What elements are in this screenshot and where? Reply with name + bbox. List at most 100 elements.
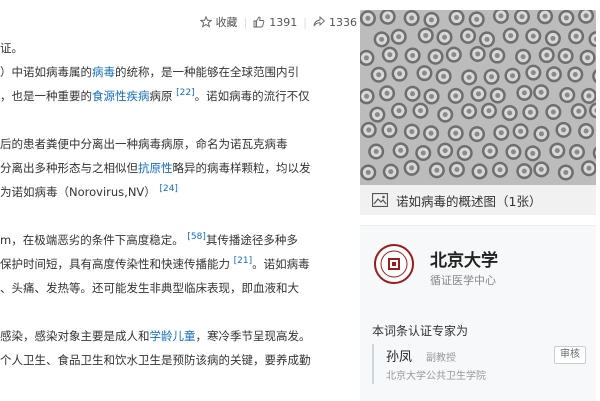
virus-particle (412, 102, 429, 119)
article-text: 为诺如病毒（Norovirus,NV） (0, 185, 160, 199)
virus-particle (469, 45, 486, 62)
virus-particle (505, 143, 522, 160)
share-count: 1336 (329, 15, 357, 29)
virus-particle (544, 30, 561, 47)
article-line: 证。 (0, 38, 350, 58)
virus-particle (516, 163, 533, 180)
virus-particle (423, 11, 440, 28)
article-content: 证。 ）中诺如病毒属的病毒的统称，是一种能够在全球范围内引 ，也是一种重要的食源性疾… (0, 38, 350, 400)
virus-particle (379, 85, 396, 102)
virus-particle (578, 123, 595, 140)
virus-particle (557, 47, 574, 64)
virus-particle (460, 27, 477, 44)
image-caption: 诺如病毒的概述图（1张） (396, 193, 542, 209)
expert-name: 孙凤 (386, 350, 413, 365)
virus-particle (479, 31, 496, 48)
toolbar-divider: | (303, 15, 307, 29)
virus-particle (423, 88, 440, 105)
summary-image-card[interactable]: 诺如病毒的概述图（1张） (360, 10, 596, 215)
article-text: 的统称，是一种能够在全球范围内引 (115, 65, 299, 79)
virus-particle (568, 144, 585, 161)
article-link[interactable]: 学龄儿童 (150, 329, 196, 343)
citation-ref[interactable]: [21] (234, 256, 252, 266)
virus-particle (567, 66, 584, 83)
virus-particle (522, 104, 539, 121)
virus-particle (492, 161, 509, 178)
virus-particle (568, 28, 585, 45)
virus-particle (404, 47, 421, 64)
virus-particle (427, 48, 444, 65)
virus-particle (447, 87, 464, 104)
expert-entry[interactable]: 孙凤 副教授 北京大学公共卫生学院 审核 (372, 344, 586, 384)
virus-particle (545, 103, 562, 120)
virus-particle (480, 102, 497, 119)
citation-ref[interactable]: [58] (187, 232, 205, 242)
article-text: 、头痛、发热等。还可能发生非典型临床表现，即血液和大 (0, 281, 299, 295)
virus-particle (533, 125, 550, 142)
virus-particle (570, 103, 587, 120)
image-caption-bar[interactable]: 诺如病毒的概述图（1张） (360, 185, 596, 215)
article-line: 分离出多种形态与之相似但抗原性略异的病毒样颗粒，均以发 (0, 158, 350, 178)
virus-particle (558, 10, 575, 26)
article-text: 其传播途径多种多 (205, 233, 298, 247)
virus-particle (538, 47, 555, 64)
article-text: ）中诺如病毒属的 (0, 65, 92, 79)
expert-organization: 北京大学公共卫生学院 (386, 371, 486, 382)
article-link[interactable]: 病毒 (92, 65, 115, 79)
virus-particle (403, 123, 420, 140)
virus-particle (468, 11, 485, 28)
university-name[interactable]: 北京大学 (430, 246, 498, 271)
virus-particle (549, 142, 566, 159)
peking-university-logo[interactable] (374, 244, 414, 284)
virus-particle (489, 87, 506, 104)
article-line: 个人卫生、食品卫生和饮水卫生是预防该病的关键，要养成勤 (0, 350, 350, 370)
review-badge[interactable]: 审核 (554, 346, 586, 364)
virus-particle (381, 46, 398, 63)
gallery-icon (372, 193, 388, 207)
star-icon (199, 16, 212, 28)
virus-particle (368, 143, 385, 160)
article-line: 为诺如病毒（Norovirus,NV） [24] (0, 182, 350, 202)
virus-particle (415, 145, 432, 162)
share-icon (313, 16, 325, 27)
virus-particle (502, 27, 519, 44)
collect-label: 收藏 (215, 16, 238, 29)
citation-ref[interactable]: [22] (176, 88, 194, 98)
virus-particle (416, 65, 433, 82)
virus-particle (525, 64, 542, 81)
virus-particle (461, 103, 478, 120)
virus-particle (436, 29, 453, 46)
virus-particle (382, 163, 399, 180)
virus-particle (392, 142, 409, 159)
virus-particle (403, 159, 420, 176)
article-line: m，在极端恶劣的条件下高度稳定。 [58]其传播途径多种多 (0, 230, 350, 250)
virus-particle (390, 28, 407, 45)
article-text: 。诺如病毒的流行不仅 (194, 89, 310, 103)
virus-particle (481, 142, 498, 159)
virus-particle (428, 162, 445, 179)
certified-by-label: 本词条认证专家为 (372, 324, 469, 338)
share-button[interactable]: 1336 (313, 16, 357, 29)
virus-particle (515, 48, 532, 65)
virus-particle (403, 10, 420, 27)
article-text: 个人卫生、食品卫生和饮水卫生是预防该病的关键，要养成勤 (0, 353, 311, 367)
article-line: 后的患者粪便中分离出一种病毒病原，命名为诺瓦克病毒 (0, 134, 350, 154)
article-link[interactable]: 抗原性 (138, 161, 173, 175)
virus-particle (557, 164, 574, 181)
article-link[interactable]: 食源性疾病 (92, 89, 150, 103)
article-text: 分离出多种形态与之相似但 (0, 161, 138, 175)
like-button[interactable]: 1391 (253, 16, 297, 29)
certification-card: 北京大学 循证医学中心 本词条认证专家为 孙凤 副教授 北京大学公共卫生学院 审… (360, 225, 596, 401)
virus-particle (360, 121, 377, 138)
article-text: 病原 (149, 89, 177, 103)
thumbs-up-icon (253, 16, 265, 28)
citation-ref[interactable]: [24] (159, 184, 177, 194)
virus-particle (579, 49, 596, 66)
virus-particle (559, 86, 576, 103)
virus-particle (435, 68, 452, 85)
virus-particle (437, 142, 454, 159)
collect-button[interactable]: 收藏 (199, 14, 238, 30)
article-text: ，寒冷季节呈现高发。 (195, 329, 311, 343)
